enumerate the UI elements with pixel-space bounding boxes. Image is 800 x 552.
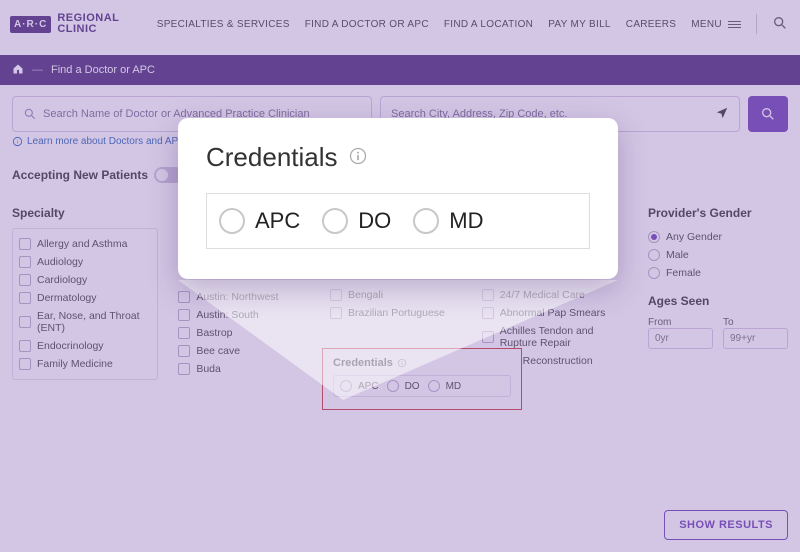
credentials-modal-title: Credentials: [206, 142, 590, 173]
info-icon[interactable]: [348, 142, 368, 173]
credential-modal-option-md[interactable]: MD: [413, 208, 483, 234]
credentials-modal-options: APC DO MD: [206, 193, 590, 249]
credential-modal-option-apc[interactable]: APC: [219, 208, 300, 234]
page-root: A·R·C REGIONAL CLINIC SPECIALTIES & SERV…: [0, 0, 800, 552]
radio-icon: [219, 208, 245, 234]
credential-modal-option-do[interactable]: DO: [322, 208, 391, 234]
radio-icon: [322, 208, 348, 234]
credentials-modal: Credentials APC DO MD: [178, 118, 618, 279]
radio-icon: [413, 208, 439, 234]
